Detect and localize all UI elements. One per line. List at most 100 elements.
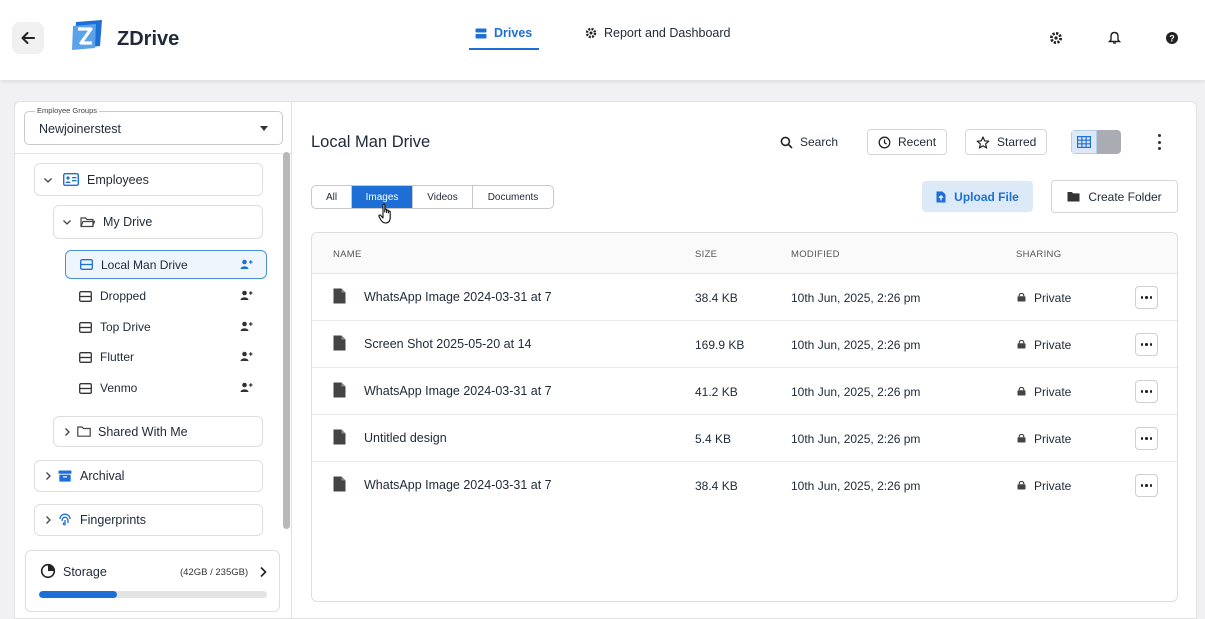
sidebar-item-local-man-drive[interactable]: Local Man Drive [65,250,267,279]
lock-icon [1017,386,1026,396]
file-sharing: Private [1034,291,1072,305]
file-sharing: Private [1034,432,1072,446]
create-folder-button[interactable]: Create Folder [1051,180,1178,213]
pie-chart-icon [40,563,56,579]
sidebar-item-dropped[interactable]: Dropped [65,282,266,310]
file-name[interactable]: WhatsApp Image 2024-03-31 at 7 [364,290,552,304]
table-row[interactable]: WhatsApp Image 2024-03-31 at 7 38.4 KB 10t… [312,462,1177,509]
help-icon: ? [1166,32,1178,44]
shared-users-icon [240,382,253,392]
divider [15,153,293,154]
list-view-button[interactable] [1097,130,1121,154]
chevron-right-icon [260,566,267,578]
sidebar-item-flutter[interactable]: Flutter [65,343,266,371]
column-header-sharing[interactable]: SHARING [1016,249,1061,260]
top-bar: ZDrive Drives Report and Dashboard ? [0,0,1205,80]
grid-view-button[interactable] [1071,130,1097,154]
search-button[interactable]: Search [770,129,848,155]
employees-label: Employees [87,172,149,187]
employee-group-select[interactable]: Employee Groups Newjoinerstest [24,106,283,145]
table-row[interactable]: WhatsApp Image 2024-03-31 at 7 38.4 KB 10t… [312,274,1177,321]
table-row[interactable]: Screen Shot 2025-05-20 at 14 169.9 KB 10th… [312,321,1177,368]
scrollbar-thumb[interactable] [283,152,290,529]
drive-label: Flutter [100,350,135,364]
tab-report-and-dashboard[interactable]: Report and Dashboard [585,26,730,40]
recent-button[interactable]: Recent [867,129,948,155]
chevron-right-icon [43,471,57,481]
notifications-button[interactable] [1105,29,1123,47]
storage-label: Storage [63,565,107,579]
chevron-right-icon [43,515,57,525]
fingerprint-icon [59,513,71,526]
active-tab-indicator [469,48,539,50]
file-icon [333,288,346,304]
file-icon [333,429,346,445]
file-size: 169.9 KB [695,338,745,352]
filter-documents[interactable]: Documents [473,186,553,208]
tab-drives-label: Drives [494,26,533,40]
hand-cursor-icon [378,203,391,224]
sidebar-item-my-drive[interactable]: My Drive [53,205,263,239]
help-button[interactable]: ? [1163,29,1181,47]
file-size: 5.4 KB [695,432,732,446]
file-size: 41.2 KB [695,385,738,399]
file-name[interactable]: WhatsApp Image 2024-03-31 at 7 [364,478,552,492]
row-more-options-button[interactable] [1135,333,1158,356]
sidebar-item-top-drive[interactable]: Top Drive [65,313,266,341]
tab-drives[interactable]: Drives [475,26,532,40]
employees-icon [63,173,79,186]
employee-group-legend: Employee Groups [35,106,100,115]
lock-icon [1017,339,1026,349]
drive-icon [80,259,94,270]
column-header-size[interactable]: SIZE [695,249,717,260]
file-modified: 10th Jun, 2025, 2:26 pm [791,385,921,399]
filter-videos[interactable]: Videos [413,186,473,208]
table-row[interactable]: WhatsApp Image 2024-03-31 at 7 41.2 KB 10t… [312,368,1177,415]
page-title: Local Man Drive [311,133,431,151]
column-header-modified[interactable]: MODIFIED [791,249,840,260]
starred-button[interactable]: Starred [965,129,1048,155]
bell-icon [1107,31,1121,44]
back-button[interactable] [12,22,44,54]
more-options-button[interactable] [1152,134,1166,150]
storage-card[interactable]: Storage (42GB / 235GB) [25,550,280,612]
row-more-options-button[interactable] [1135,286,1158,309]
star-icon [976,135,990,149]
lock-icon [1017,433,1026,443]
row-more-options-button[interactable] [1135,474,1158,497]
sidebar-scrollbar[interactable] [283,152,290,529]
file-name[interactable]: WhatsApp Image 2024-03-31 at 7 [364,384,552,398]
settings-button[interactable] [1047,29,1065,47]
file-icon [333,476,346,492]
table-row[interactable]: Untitled design 5.4 KB 10th Jun, 2025, 2:2… [312,415,1177,462]
drive-icon [79,321,93,333]
file-modified: 10th Jun, 2025, 2:26 pm [791,291,921,305]
archive-icon [58,470,72,482]
file-sharing: Private [1034,479,1072,493]
file-name[interactable]: Screen Shot 2025-05-20 at 14 [364,337,531,351]
sidebar-item-venmo[interactable]: Venmo [65,374,266,402]
drive-icon [79,290,93,302]
storage-progress-bar [39,591,267,598]
table-header: NAME SIZE MODIFIED SHARING [312,233,1177,274]
sidebar-item-archival[interactable]: Archival [34,460,263,492]
drive-icon [79,351,93,363]
zdrive-logo-icon [72,20,102,50]
recent-label: Recent [898,135,937,149]
storage-progress-fill [39,591,117,598]
sidebar: Employee Groups Newjoinerstest Employees… [14,101,293,619]
row-more-options-button[interactable] [1135,427,1158,450]
sidebar-item-employees[interactable]: Employees [34,163,263,196]
row-more-options-button[interactable] [1135,380,1158,403]
folder-icon [1067,192,1080,202]
my-drive-label: My Drive [103,215,153,229]
file-name[interactable]: Untitled design [364,431,447,445]
lock-icon [1017,480,1026,490]
column-header-name[interactable]: NAME [333,249,362,260]
upload-file-button[interactable]: Upload File [922,181,1033,212]
sidebar-item-fingerprints[interactable]: Fingerprints [34,504,263,536]
file-size: 38.4 KB [695,291,738,305]
filter-all[interactable]: All [312,186,352,208]
sidebar-item-shared-with-me[interactable]: Shared With Me [53,416,263,447]
arrow-left-icon [21,32,35,44]
